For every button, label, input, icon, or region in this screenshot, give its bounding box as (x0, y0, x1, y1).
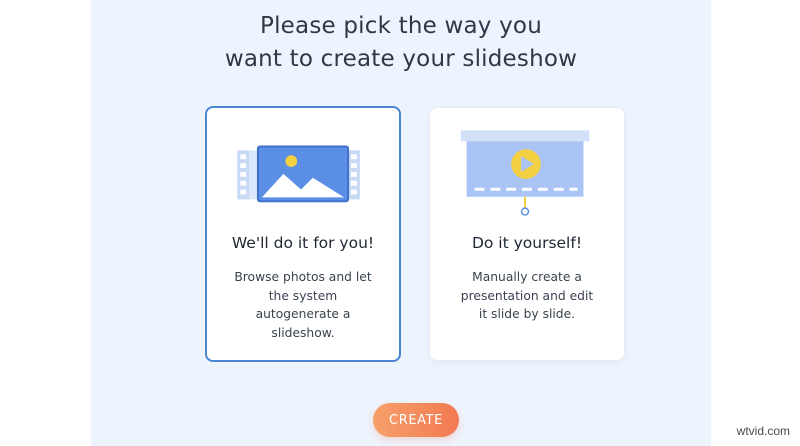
video-presentation-screen-icon (460, 130, 590, 216)
description-line: it slide by slide. (478, 307, 576, 321)
page-heading: Please pick the way you want to create y… (91, 10, 711, 76)
watermark: wtvid.com (736, 424, 790, 438)
create-button[interactable]: CREATE (373, 403, 459, 437)
photo-filmstrip-icon (237, 145, 360, 203)
description-line: Manually create a (472, 270, 582, 284)
description-line: Browse photos and let (234, 270, 372, 284)
option-title: We'll do it for you! (231, 234, 375, 252)
description-line: autogenerate a (255, 307, 351, 321)
option-card-auto[interactable]: We'll do it for you! Browse photos and l… (205, 106, 401, 362)
heading-line-1: Please pick the way you (260, 13, 542, 39)
option-description: Browse photos and let the system autogen… (221, 268, 385, 342)
heading-line-2: want to create your slideshow (224, 46, 578, 72)
description-line: the system (268, 288, 338, 303)
description-line: presentation and edit (460, 288, 594, 303)
option-card-manual[interactable]: Do it yourself! Manually create a presen… (429, 107, 625, 361)
option-description: Manually create a presentation and edit … (444, 268, 610, 324)
description-line: slideshow. (271, 325, 335, 340)
option-title: Do it yourself! (471, 234, 583, 252)
